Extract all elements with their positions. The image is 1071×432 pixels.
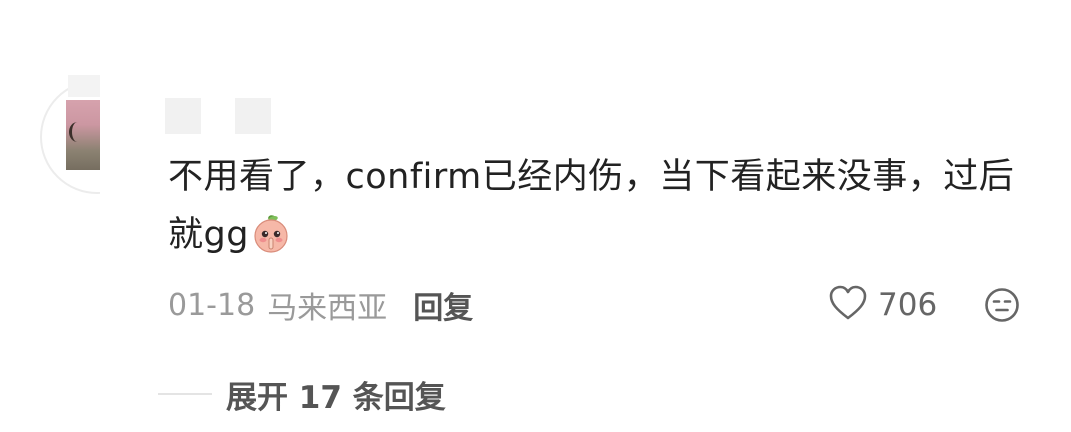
like-button[interactable]: 706: [828, 284, 937, 326]
avatar[interactable]: [40, 75, 100, 195]
comment-meta: 01-18 马来西亚 回复: [168, 283, 473, 327]
avatar-detail: [69, 122, 86, 142]
comment-date: 01-18: [168, 287, 256, 323]
like-count: 706: [878, 287, 938, 323]
username-blur-block: [165, 98, 201, 134]
peach-shush-emoji-icon: [251, 214, 291, 254]
comment-location: 马来西亚: [267, 291, 388, 326]
expand-replies-button[interactable]: 展开 17 条回复: [158, 372, 446, 416]
comment-body: 不用看了，confirm已经内伤，当下看起来没事，过后就gg: [168, 148, 1038, 264]
avatar-blur: [68, 75, 100, 97]
username-blur-block: [235, 98, 271, 134]
reply-button[interactable]: 回复: [413, 283, 473, 327]
heart-outline-icon: [828, 284, 868, 326]
dislike-button[interactable]: [984, 287, 1020, 323]
comment-text: 不用看了，confirm已经内伤，当下看起来没事，过后就gg: [168, 157, 1015, 255]
neutral-face-icon: [984, 288, 1020, 327]
avatar-image: [66, 100, 100, 170]
expand-replies-label: 展开 17 条回复: [226, 379, 446, 416]
username-blurred[interactable]: [165, 98, 271, 134]
expand-divider: [158, 393, 212, 395]
